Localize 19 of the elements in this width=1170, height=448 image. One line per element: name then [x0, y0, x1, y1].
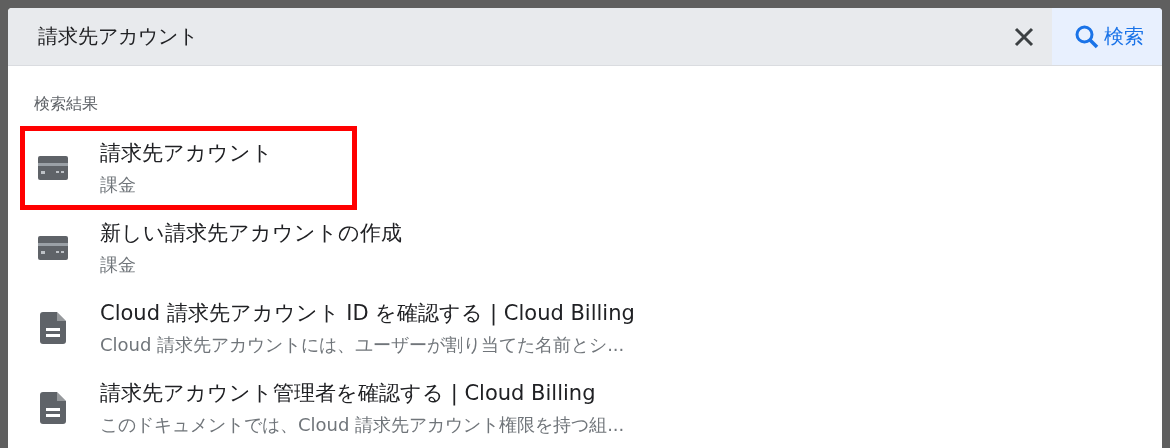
results-heading: 検索結果	[33, 93, 98, 115]
result-title: 請求先アカウント管理者を確認する | Cloud Billing	[100, 380, 597, 407]
result-subtitle: 課金	[100, 253, 137, 277]
result-item[interactable]: 請求先アカウント管理者を確認する | Cloud Billing このドキュメントでは、Cloud 請求先アカウント権限を持つ組...	[8, 368, 1162, 448]
card-icon	[38, 156, 68, 180]
search-button[interactable]: 検索	[1052, 8, 1162, 65]
result-subtitle: このドキュメントでは、Cloud 請求先アカウント権限を持つ組...	[100, 413, 625, 437]
result-subtitle: 課金	[100, 173, 137, 197]
result-title: 新しい請求先アカウントの作成	[100, 220, 402, 247]
card-icon	[38, 236, 68, 260]
document-icon	[40, 312, 66, 344]
result-item[interactable]: 新しい請求先アカウントの作成 課金	[8, 208, 1162, 288]
result-item[interactable]: 請求先アカウント 課金	[22, 128, 355, 208]
result-title: Cloud 請求先アカウント ID を確認する | Cloud Billing	[100, 300, 635, 327]
result-subtitle: Cloud 請求先アカウントには、ユーザーが割り当てた名前とシ...	[100, 333, 626, 357]
search-icon	[1074, 23, 1100, 50]
document-icon	[40, 392, 66, 424]
result-title: 請求先アカウント	[100, 140, 273, 167]
result-item[interactable]: Cloud 請求先アカウント ID を確認する | Cloud Billing Cloud 請求先アカウントには、ユーザーが割り当てた名前とシ...	[8, 288, 1162, 368]
